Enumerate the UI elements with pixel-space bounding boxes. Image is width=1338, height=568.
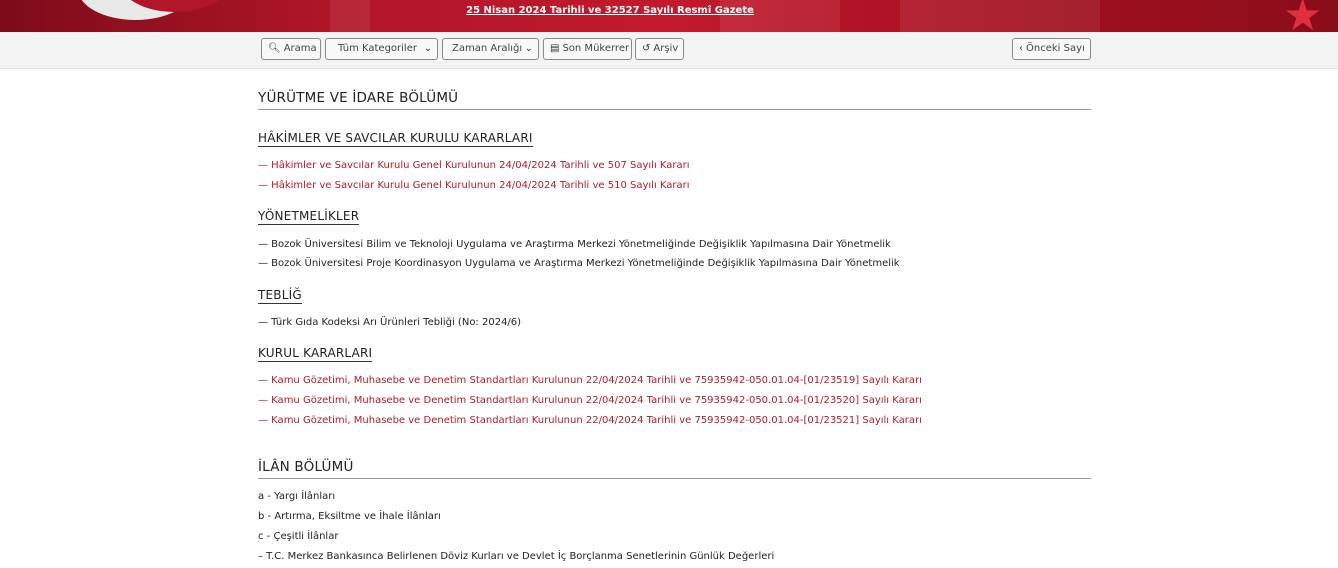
- chevron-down-icon: ⌄: [423, 43, 432, 54]
- star-icon: ★: [1283, 0, 1323, 32]
- archive-button[interactable]: ↺ Arşiv: [635, 38, 684, 60]
- section-title-executive: YÜRÜTME VE İDARE BÖLÜMÜ: [258, 90, 1091, 110]
- history-icon: ↺: [642, 43, 651, 54]
- gazette-title-link[interactable]: 25 Nisan 2024 Tarihli ve 32527 Sayılı Re…: [0, 5, 1220, 16]
- chevron-left-icon: ‹: [1019, 43, 1023, 54]
- archive-button-label: Arşiv: [653, 43, 679, 54]
- list-item-link[interactable]: b - Artırma, Eksiltme ve İhale İlânları: [258, 511, 441, 522]
- list-item-link[interactable]: — Kamu Gözetimi, Muhasebe ve Denetim Sta…: [258, 375, 922, 386]
- book-icon: ▤: [550, 43, 560, 54]
- subsection-title-hsk: HÂKİMLER VE SAVCILAR KURULU KARARLARI: [258, 131, 533, 147]
- header-banner: ★ 25 Nisan 2024 Tarihli ve 32527 Sayılı …: [0, 0, 1338, 32]
- repeats-button[interactable]: ▤ Son Mükerrer: [543, 38, 632, 60]
- list-item-link[interactable]: — Hâkimler ve Savcılar Kurulu Genel Kuru…: [258, 180, 690, 191]
- toolbar: 🔍︎ Arama Tüm Kategoriler ⌄ Zaman Aralığı …: [0, 32, 1338, 69]
- search-button[interactable]: 🔍︎ Arama: [261, 38, 321, 60]
- section-title-announcements: İLÂN BÖLÜMÜ: [258, 459, 1091, 479]
- list-item-link[interactable]: — Hâkimler ve Savcılar Kurulu Genel Kuru…: [258, 160, 690, 171]
- list-item-link[interactable]: c - Çeşitli İlânlar: [258, 531, 338, 542]
- chevron-down-icon: ⌄: [524, 43, 533, 54]
- time-range-select-value: Zaman Aralığı: [452, 43, 523, 54]
- previous-issue-button[interactable]: ‹ Önceki Sayı: [1012, 38, 1091, 60]
- list-item-link[interactable]: a - Yargı İlânları: [258, 491, 335, 502]
- subsection-title-regulations: YÖNETMELİKLER: [258, 209, 360, 225]
- subsection-title-communique: TEBLİĞ: [258, 288, 302, 304]
- list-item-link[interactable]: — Kamu Gözetimi, Muhasebe ve Denetim Sta…: [258, 415, 922, 426]
- list-item-link[interactable]: — Türk Gıda Kodeksi Arı Ürünleri Tebliği…: [258, 317, 521, 328]
- category-select-value: Tüm Kategoriler: [338, 43, 417, 54]
- repeats-button-label: Son Mükerrer: [562, 43, 630, 54]
- time-range-select[interactable]: Zaman Aralığı ⌄: [442, 38, 539, 60]
- subsection-title-board: KURUL KARARLARI: [258, 346, 373, 362]
- list-item-link[interactable]: — Kamu Gözetimi, Muhasebe ve Denetim Sta…: [258, 395, 922, 406]
- search-icon: 🔍︎: [268, 43, 281, 54]
- list-item-link[interactable]: — Bozok Üniversitesi Bilim ve Teknoloji …: [258, 239, 891, 250]
- list-item-link[interactable]: — Bozok Üniversitesi Proje Koordinasyon …: [258, 258, 900, 269]
- list-item-link[interactable]: – T.C. Merkez Bankasınca Belirlenen Dövi…: [258, 551, 774, 562]
- previous-issue-label: Önceki Sayı: [1026, 43, 1085, 54]
- category-select[interactable]: Tüm Kategoriler ⌄: [325, 38, 438, 60]
- search-button-label: Arama: [283, 43, 317, 54]
